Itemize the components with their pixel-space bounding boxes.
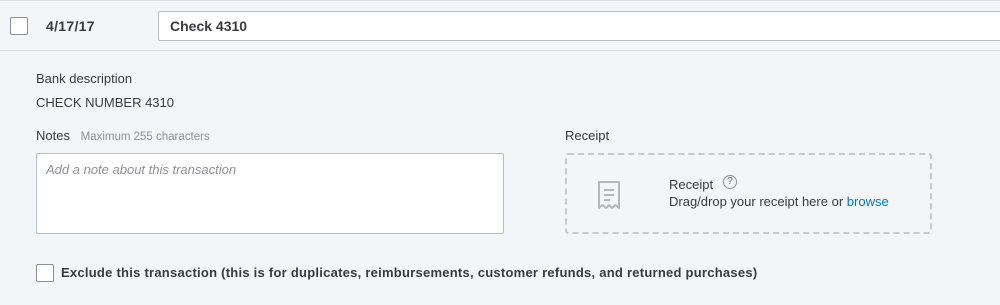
exclude-checkbox[interactable] <box>36 264 54 282</box>
notes-label-group: Notes Maximum 255 characters <box>36 128 210 143</box>
notes-textarea[interactable] <box>36 153 504 234</box>
help-icon[interactable]: ? <box>723 175 737 189</box>
exclude-label: Exclude this transaction (this is for du… <box>61 265 758 280</box>
row-select-checkbox[interactable] <box>10 17 28 35</box>
notes-label: Notes <box>36 128 70 143</box>
transaction-date: 4/17/17 <box>46 18 95 34</box>
bank-description-value: CHECK NUMBER 4310 <box>36 95 174 110</box>
browse-link[interactable]: browse <box>847 194 889 209</box>
receipt-title: Receipt <box>669 177 714 192</box>
payee-input[interactable] <box>158 11 1000 41</box>
bank-description-label: Bank description <box>36 71 133 86</box>
receipt-label: Receipt <box>565 128 610 143</box>
receipt-instructions: Drag/drop your receipt here or browse <box>669 194 889 209</box>
receipt-icon <box>598 181 620 209</box>
receipt-drop-zone[interactable]: Receipt ? Drag/drop your receipt here or… <box>565 153 932 234</box>
notes-hint: Maximum 255 characters <box>80 131 210 143</box>
transaction-row: 4/17/17 <box>0 0 1000 51</box>
receipt-drop-text: Drag/drop your receipt here or <box>669 194 844 209</box>
